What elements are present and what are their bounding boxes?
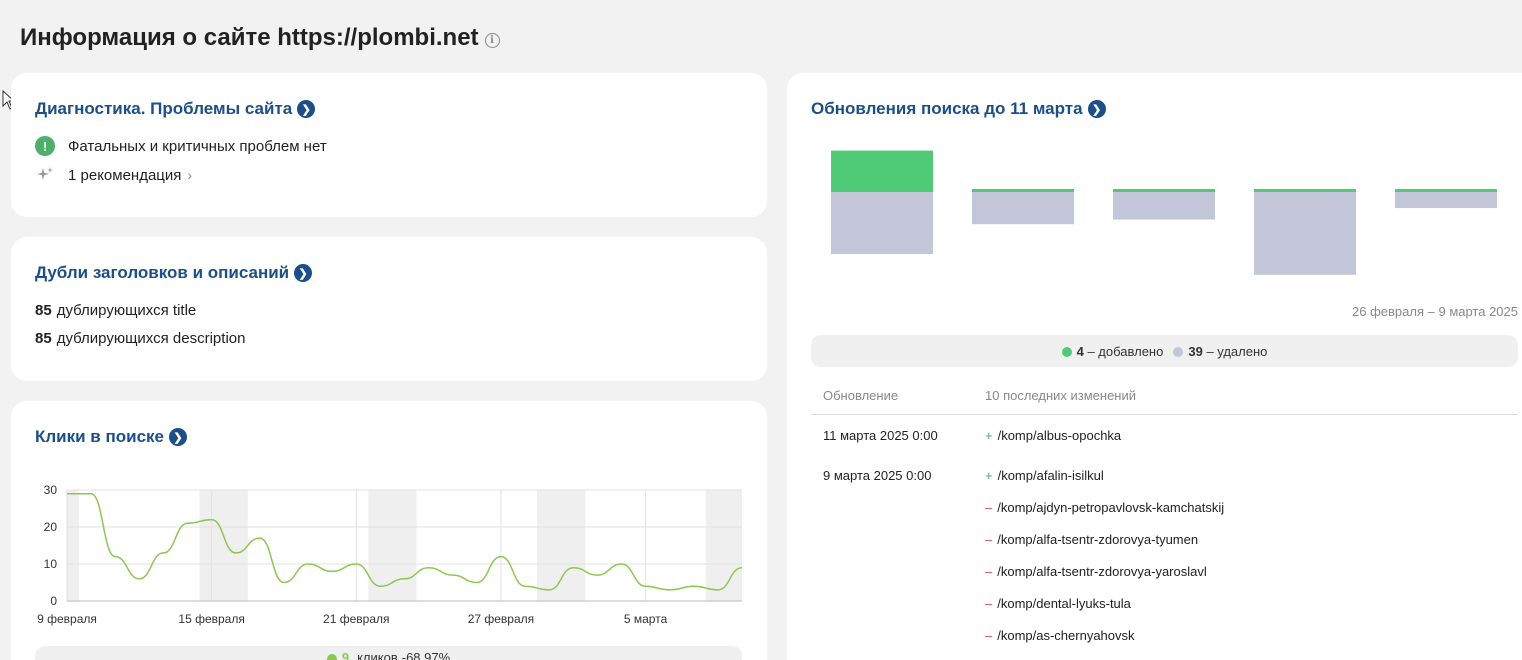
dup-title-count: 85 — [35, 302, 52, 319]
table-row[interactable]: + /komp/afalin-isilkul — [985, 468, 1104, 483]
bar-added — [1113, 189, 1215, 192]
legend-added: 4 – добавлено — [1061, 343, 1164, 359]
table-divider — [811, 414, 1518, 415]
y-tick-label: 30 — [44, 483, 58, 497]
bar-removed — [831, 192, 933, 255]
row-path: /komp/afalin-isilkul — [997, 468, 1104, 483]
row-date: 9 марта 2025 0:00 — [823, 468, 932, 483]
added-text: – добавлено — [1087, 343, 1164, 359]
dup-desc-count: 85 — [35, 330, 52, 347]
bar-removed — [972, 192, 1074, 225]
added-dot — [1061, 347, 1072, 358]
table-row[interactable]: –/komp/alfa-tsentr-zdorovya-tyumen — [985, 532, 1198, 547]
row-date: 11 марта 2025 0:00 — [823, 428, 938, 443]
updates-title: Обновления поиска до 11 марта — [811, 99, 1083, 118]
table-row[interactable]: –/komp/alfa-tsentr-zdorovya-yaroslavl — [985, 564, 1207, 579]
removed-dot — [1173, 347, 1184, 358]
chevron-right-icon: ❯ — [294, 264, 313, 282]
removed-count: 39 — [1188, 343, 1203, 359]
row-path: /komp/albus-opochka — [997, 428, 1122, 443]
bar-added — [1395, 189, 1497, 192]
y-tick-label: 0 — [50, 594, 57, 608]
table-row[interactable]: –/komp/dental-lyuks-tula — [985, 596, 1131, 611]
table-row[interactable]: –/komp/ajdyn-petropavlovsk-kamchatskij — [985, 500, 1224, 515]
recommendation-text: 1 рекомендация — [68, 166, 182, 184]
chevron-right-icon: ❯ — [297, 100, 316, 118]
sparkle-icon — [35, 165, 55, 185]
duplicates-title-link[interactable]: Дубли заголовков и описаний ❯ — [35, 263, 313, 283]
clicks-legend-value: 9 — [341, 650, 350, 660]
updates-range: 26 февраля – 9 марта 2025 — [1352, 304, 1518, 319]
plus-sign: + — [985, 468, 993, 483]
chevron-right-icon: ❯ — [1087, 100, 1106, 118]
x-tick-label: 9 февраля — [37, 612, 97, 626]
page-title: Информация о сайте https://plombi.net i — [20, 24, 500, 52]
bar-removed — [1113, 192, 1215, 220]
bar-added — [972, 189, 1074, 192]
minus-sign: – — [985, 564, 993, 579]
x-tick-label: 21 февраля — [323, 612, 389, 626]
diagnostics-title-link[interactable]: Диагностика. Проблемы сайта ❯ — [35, 99, 316, 119]
table-row[interactable]: + /komp/albus-opochka — [985, 428, 1121, 443]
x-tick-label: 27 февраля — [468, 612, 534, 626]
dup-desc-row: 85 дублирующихся description — [35, 330, 245, 347]
legend-removed: 39 – удалено — [1173, 344, 1267, 359]
row-path: /komp/dental-lyuks-tula — [997, 596, 1131, 611]
minus-sign: – — [985, 596, 993, 611]
page-title-text: Информация о сайте https://plombi.net — [20, 24, 479, 51]
clicks-title: Клики в поиске — [35, 427, 165, 446]
y-tick-label: 20 — [44, 520, 58, 534]
added-count: 4 — [1076, 343, 1084, 359]
minus-sign: – — [985, 628, 993, 643]
ok-icon: ! — [35, 136, 55, 156]
weekend-band — [537, 490, 586, 601]
updates-bar-chart — [831, 150, 1497, 275]
plus-sign: + — [985, 428, 993, 443]
bar-removed — [1254, 192, 1356, 275]
y-tick-label: 10 — [44, 557, 58, 571]
bar-removed — [1395, 192, 1497, 209]
no-problems-text: Фатальных и критичных проблем нет — [68, 137, 327, 155]
info-icon[interactable]: i — [484, 32, 500, 48]
row-path: /komp/ajdyn-petropavlovsk-kamchatskij — [997, 500, 1225, 515]
bar-added — [1254, 189, 1356, 192]
clicks-line-chart: 0 10 20 30 9 февраля 15 февраля 21 февраля 27 ф… — [37, 483, 743, 626]
diagnostics-title: Диагностика. Проблемы сайта — [35, 99, 293, 118]
chevron-right-small-icon: › — [187, 167, 193, 183]
minus-sign: – — [985, 532, 993, 547]
row-path: /komp/as-chernyahovsk — [997, 628, 1135, 643]
updates-title-link[interactable]: Обновления поиска до 11 марта ❯ — [811, 99, 1106, 119]
weekend-band — [705, 490, 742, 601]
dup-title-row: 85 дублирующихся title — [35, 302, 196, 319]
bar-added — [831, 150, 933, 192]
clicks-legend-change: -68,97% — [401, 650, 451, 660]
diagnostics-card: Диагностика. Проблемы сайта ❯ ! Фатальны… — [11, 73, 767, 217]
clicks-legend-text: кликов — [357, 650, 398, 660]
row-path: /komp/alfa-tsentr-zdorovya-tyumen — [997, 532, 1199, 547]
updates-legend: 4 – добавлено 39 – удалено — [811, 335, 1518, 367]
row-path: /komp/alfa-tsentr-zdorovya-yaroslavl — [997, 564, 1207, 579]
duplicates-title: Дубли заголовков и описаний — [35, 263, 290, 282]
weekend-band — [67, 490, 80, 601]
col-update-header: Обновление — [823, 388, 899, 403]
clicks-legend: 9 кликов -68,97% — [35, 646, 742, 660]
minus-sign: – — [985, 500, 993, 515]
weekend-band — [199, 490, 248, 601]
dup-title-text: дублирующихся title — [56, 302, 197, 319]
removed-text: – удалено — [1206, 343, 1268, 359]
clicks-title-link[interactable]: Клики в поиске ❯ — [35, 427, 188, 447]
table-row[interactable]: –/komp/as-chernyahovsk — [985, 628, 1135, 643]
clicks-legend-dot — [326, 654, 337, 660]
recommendation-link[interactable]: 1 рекомендация › — [35, 165, 192, 185]
no-problems-row: ! Фатальных и критичных проблем нет — [35, 136, 327, 156]
chevron-right-icon: ❯ — [169, 428, 188, 446]
dup-desc-text: дублирующихся description — [56, 330, 246, 347]
duplicates-card: Дубли заголовков и описаний ❯ 85 дублиру… — [11, 237, 767, 381]
col-changes-header: 10 последних изменений — [985, 388, 1137, 403]
x-tick-label: 15 февраля — [178, 612, 244, 626]
x-tick-label: 5 марта — [624, 612, 668, 626]
